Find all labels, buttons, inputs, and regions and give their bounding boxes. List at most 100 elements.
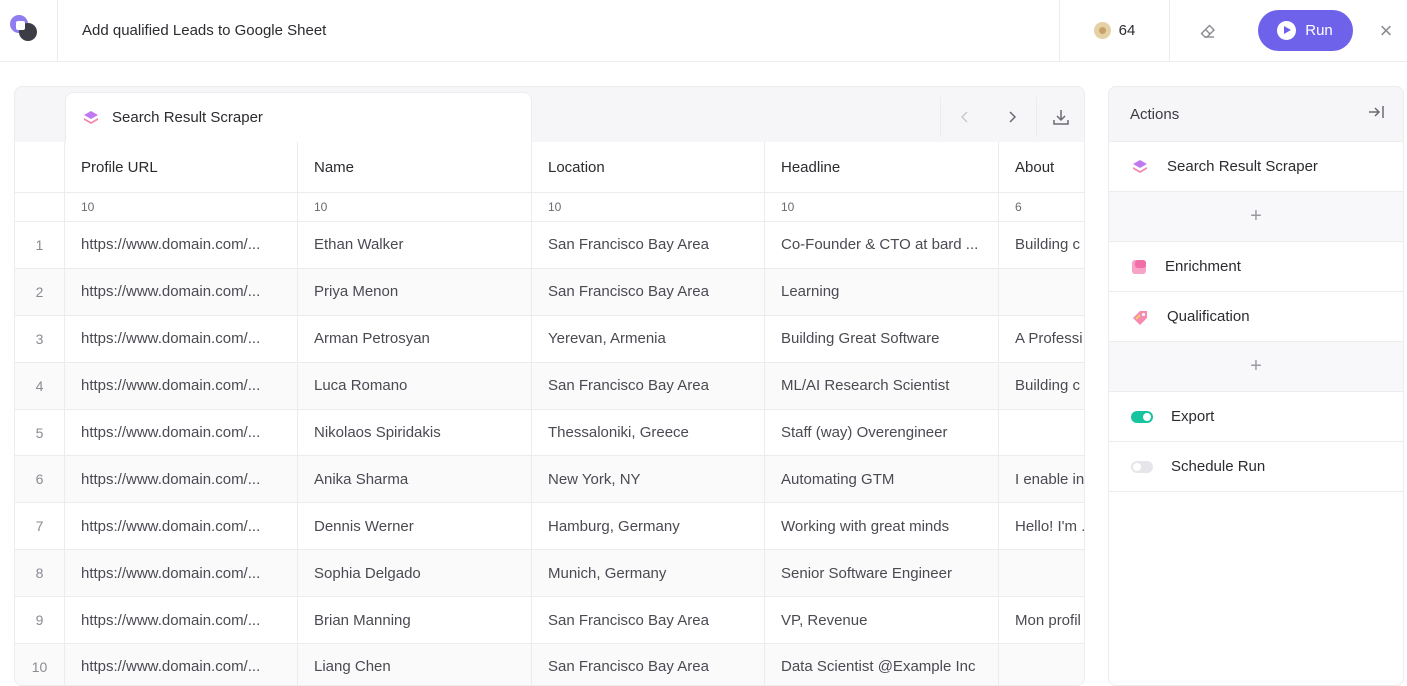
cell-location[interactable]: Thessaloniki, Greece [532, 409, 765, 456]
cell-headline[interactable]: Staff (way) Overengineer [765, 409, 999, 456]
action-search-result-scraper[interactable]: Search Result Scraper [1109, 142, 1403, 192]
cell-location[interactable]: San Francisco Bay Area [532, 222, 765, 268]
cell-name[interactable]: Sophia Delgado [298, 550, 532, 597]
cell-profile-url[interactable]: https://www.domain.com/... [65, 222, 298, 268]
cell-location[interactable]: Yerevan, Armenia [532, 315, 765, 362]
cell-profile-url[interactable]: https://www.domain.com/... [65, 456, 298, 503]
cell-name[interactable]: Liang Chen [298, 644, 532, 685]
tab-search-result-scraper[interactable]: Search Result Scraper [65, 92, 532, 142]
cell-about[interactable]: I enable in [999, 456, 1084, 503]
cell-profile-url[interactable]: https://www.domain.com/... [65, 503, 298, 550]
column-header[interactable]: Headline [765, 142, 999, 192]
table-row[interactable]: 3 https://www.domain.com/... Arman Petro… [15, 315, 1084, 363]
results-panel: Search Result Scraper Profile URL Name L… [14, 86, 1085, 686]
coin-icon [1093, 22, 1111, 39]
workflow-title[interactable]: Add qualified Leads to Google Sheet [58, 22, 1059, 39]
action-label: Schedule Run [1171, 458, 1266, 475]
action-enrichment[interactable]: Enrichment [1109, 242, 1403, 292]
action-qualification[interactable]: Qualification [1109, 292, 1403, 342]
cell-location[interactable]: Munich, Germany [532, 550, 765, 597]
table-row[interactable]: 6 https://www.domain.com/... Anika Sharm… [15, 456, 1084, 504]
index-count [15, 193, 65, 221]
table-row[interactable]: 4 https://www.domain.com/... Luca Romano… [15, 362, 1084, 410]
cell-profile-url[interactable]: https://www.domain.com/... [65, 315, 298, 362]
column-header[interactable]: About [999, 142, 1084, 192]
cell-headline[interactable]: Data Scientist @Example Inc [765, 644, 999, 685]
column-header[interactable]: Location [532, 142, 765, 192]
cell-headline[interactable]: Building Great Software [765, 315, 999, 362]
cell-profile-url[interactable]: https://www.domain.com/... [65, 268, 298, 315]
table-row[interactable]: 10 https://www.domain.com/... Liang Chen… [15, 644, 1084, 685]
column-header[interactable]: Profile URL [65, 142, 298, 192]
cell-name[interactable]: Dennis Werner [298, 503, 532, 550]
collapse-panel-button[interactable] [1367, 104, 1385, 124]
cell-about[interactable] [999, 268, 1084, 315]
row-index: 2 [15, 268, 65, 315]
run-button[interactable]: Run [1257, 10, 1353, 51]
column-header[interactable]: Name [298, 142, 532, 192]
cell-name[interactable]: Brian Manning [298, 597, 532, 644]
cell-headline[interactable]: Working with great minds [765, 503, 999, 550]
collapse-right-icon [1369, 106, 1384, 118]
cell-about[interactable]: A Professi [999, 316, 1084, 362]
clear-button[interactable] [1169, 0, 1245, 62]
eraser-icon [1200, 24, 1215, 38]
cell-location[interactable]: San Francisco Bay Area [532, 597, 765, 644]
cell-about[interactable]: Building c [999, 362, 1084, 409]
table-row[interactable]: 5 https://www.domain.com/... Nikolaos Sp… [15, 409, 1084, 457]
actions-title: Actions [1130, 105, 1180, 123]
cell-profile-url[interactable]: https://www.domain.com/... [65, 644, 298, 685]
add-step-button[interactable]: + [1109, 192, 1403, 242]
cell-profile-url[interactable]: https://www.domain.com/... [65, 597, 298, 644]
cell-name[interactable]: Nikolaos Spiridakis [298, 409, 532, 456]
export-toggle[interactable] [1131, 410, 1153, 423]
row-index: 3 [15, 315, 65, 362]
cell-location[interactable]: San Francisco Bay Area [532, 644, 765, 685]
cell-name[interactable]: Arman Petrosyan [298, 315, 532, 362]
cell-about[interactable] [999, 644, 1084, 685]
cell-name[interactable]: Priya Menon [298, 268, 532, 315]
table-row[interactable]: 1 https://www.domain.com/... Ethan Walke… [15, 222, 1084, 269]
cell-about[interactable]: Mon profil [999, 597, 1084, 643]
cell-about[interactable]: Hello! I'm . [999, 503, 1084, 549]
action-schedule-run[interactable]: Schedule Run [1109, 442, 1403, 492]
next-page-button[interactable] [988, 97, 1036, 137]
prev-page-button[interactable] [940, 97, 988, 137]
add-step-button[interactable]: + [1109, 342, 1403, 392]
close-button[interactable]: × [1365, 0, 1407, 62]
row-index: 8 [15, 550, 65, 597]
row-index: 10 [15, 644, 65, 685]
cell-profile-url[interactable]: https://www.domain.com/... [65, 550, 298, 597]
table-row[interactable]: 2 https://www.domain.com/... Priya Menon… [15, 268, 1084, 316]
cell-about[interactable] [999, 410, 1084, 456]
download-button[interactable] [1036, 97, 1084, 137]
index-header [15, 142, 65, 192]
app-logo[interactable] [0, 0, 58, 62]
cell-headline[interactable]: Senior Software Engineer [765, 550, 999, 597]
cell-location[interactable]: Hamburg, Germany [532, 503, 765, 550]
top-bar: Add qualified Leads to Google Sheet 64 R… [0, 0, 1407, 62]
table-row[interactable]: 7 https://www.domain.com/... Dennis Wern… [15, 503, 1084, 551]
results-table: Profile URL Name Location Headline About… [15, 142, 1084, 685]
cell-headline[interactable]: Learning [765, 268, 999, 315]
cell-name[interactable]: Luca Romano [298, 362, 532, 409]
cell-about[interactable]: Building c [999, 222, 1084, 268]
schedule-toggle[interactable] [1131, 460, 1153, 473]
cell-location[interactable]: San Francisco Bay Area [532, 268, 765, 315]
cell-about[interactable] [999, 550, 1084, 597]
table-row[interactable]: 9 https://www.domain.com/... Brian Manni… [15, 597, 1084, 645]
credits-counter: 64 [1059, 0, 1169, 62]
cell-profile-url[interactable]: https://www.domain.com/... [65, 409, 298, 456]
table-row[interactable]: 8 https://www.domain.com/... Sophia Delg… [15, 550, 1084, 598]
cell-headline[interactable]: Co-Founder & CTO at bard ... [765, 222, 999, 268]
cell-headline[interactable]: Automating GTM [765, 456, 999, 503]
cell-profile-url[interactable]: https://www.domain.com/... [65, 362, 298, 409]
cell-name[interactable]: Anika Sharma [298, 456, 532, 503]
cell-headline[interactable]: VP, Revenue [765, 597, 999, 644]
plus-icon: + [1250, 205, 1262, 227]
cell-headline[interactable]: ML/AI Research Scientist [765, 362, 999, 409]
cell-location[interactable]: New York, NY [532, 456, 765, 503]
action-export[interactable]: Export [1109, 392, 1403, 442]
cell-location[interactable]: San Francisco Bay Area [532, 362, 765, 409]
cell-name[interactable]: Ethan Walker [298, 222, 532, 268]
